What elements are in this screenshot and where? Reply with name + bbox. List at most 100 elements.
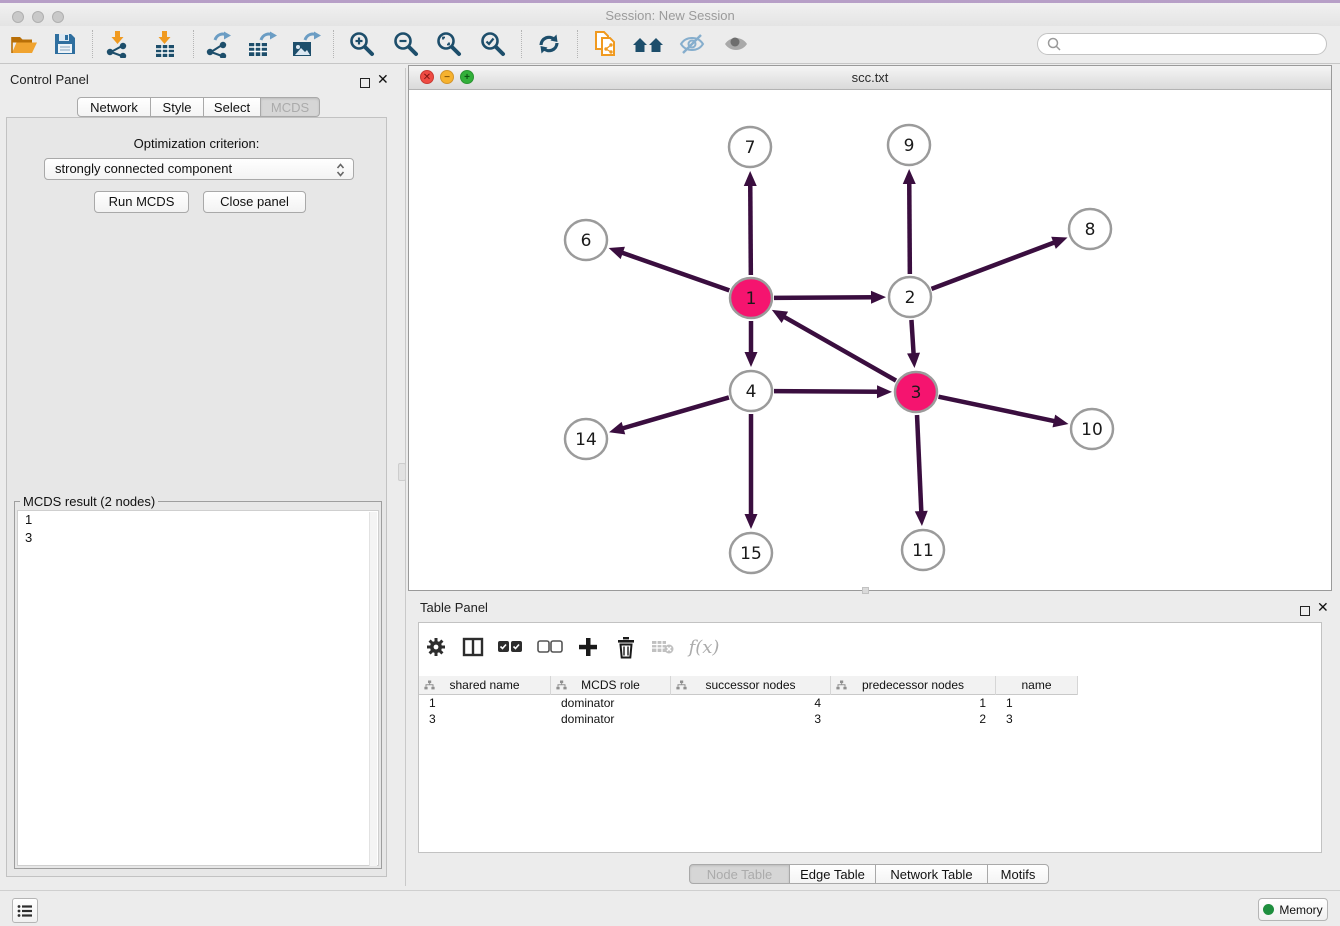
float-icon — [1300, 606, 1310, 616]
zoom-fit-button[interactable] — [431, 26, 467, 62]
add-column-button[interactable] — [575, 633, 601, 661]
float-table-panel-button[interactable] — [1300, 603, 1310, 621]
float-panel-button[interactable] — [360, 75, 370, 93]
mcds-result-title: MCDS result (2 nodes) — [20, 494, 158, 509]
cell[interactable]: 1 — [831, 695, 996, 711]
toggle-pane-button[interactable] — [461, 633, 485, 661]
tab-network-table[interactable]: Network Table — [875, 864, 988, 884]
edge-arrowhead — [907, 353, 920, 368]
zoom-out-button[interactable] — [388, 26, 424, 62]
graph-edge[interactable] — [774, 297, 875, 298]
criterion-value: strongly connected component — [55, 161, 232, 176]
graph-edge[interactable] — [932, 241, 1058, 289]
delete-table-button[interactable] — [650, 633, 676, 661]
cell[interactable]: 2 — [831, 711, 996, 727]
export-table-button[interactable] — [244, 26, 280, 62]
function-builder-button[interactable]: f(x) — [686, 633, 722, 661]
graph-edge[interactable] — [750, 182, 751, 275]
edge-arrowhead — [915, 511, 928, 526]
delete-table-icon — [651, 638, 675, 656]
cell[interactable]: dominator — [551, 711, 671, 727]
open-file-button[interactable] — [6, 26, 42, 62]
cell[interactable]: 1 — [419, 695, 551, 711]
save-session-icon — [54, 33, 76, 55]
graph-edge[interactable] — [620, 397, 729, 429]
tab-node-table[interactable]: Node Table — [689, 864, 790, 884]
zoom-in-button[interactable] — [344, 26, 380, 62]
column-header-predecessor-nodes[interactable]: predecessor nodes — [831, 676, 996, 695]
cell[interactable]: dominator — [551, 695, 671, 711]
graph-edge[interactable] — [774, 391, 881, 392]
search-input[interactable] — [1064, 36, 1326, 52]
import-network-button[interactable] — [100, 26, 136, 62]
graph-edge[interactable] — [909, 180, 910, 274]
criterion-select[interactable]: strongly connected component — [44, 158, 354, 180]
hide-selected-button[interactable] — [674, 26, 710, 62]
tab-motifs[interactable]: Motifs — [987, 864, 1049, 884]
node-label: 6 — [581, 231, 592, 251]
mcds-result-textarea[interactable]: 13 — [17, 510, 379, 866]
import-table-button[interactable] — [147, 26, 183, 62]
cell[interactable]: 3 — [671, 711, 831, 727]
deselect-all-button[interactable] — [536, 633, 564, 661]
column-header-successor-nodes[interactable]: successor nodes — [671, 676, 831, 695]
network-canvas[interactable]: 7968124314101511 — [409, 89, 1331, 590]
tab-select[interactable]: Select — [203, 97, 261, 117]
zoom-selected-button[interactable] — [475, 26, 511, 62]
main-toolbar — [0, 26, 1340, 64]
table-settings-button[interactable] — [424, 633, 448, 661]
graph-edge[interactable] — [911, 320, 913, 357]
delete-column-button[interactable] — [613, 633, 639, 661]
close-panel-button-inner[interactable]: Close panel — [203, 191, 306, 213]
toolbar-separator — [577, 30, 578, 58]
cyndex-button[interactable] — [587, 26, 623, 62]
cell[interactable]: 3 — [419, 711, 551, 727]
graph-edge[interactable] — [619, 252, 729, 291]
task-history-button[interactable] — [12, 898, 38, 923]
graph-edge[interactable] — [939, 397, 1058, 422]
graph-edge[interactable] — [781, 315, 896, 380]
tab-style[interactable]: Style — [150, 97, 204, 117]
network-view-window: ✕ − + scc.txt 7968124314101511 — [408, 65, 1332, 591]
graph-edge[interactable] — [917, 415, 921, 515]
apply-layout-button[interactable] — [531, 26, 567, 62]
node-label: 11 — [912, 541, 934, 561]
home-pair-button[interactable] — [630, 26, 666, 62]
table-panel-tabs: Node TableEdge TableNetwork TableMotifs — [689, 864, 1049, 884]
show-all-button[interactable] — [718, 26, 754, 62]
export-network-button[interactable] — [201, 26, 237, 62]
table-row[interactable]: 3dominator323 — [419, 711, 1078, 727]
panel-divider-grip[interactable] — [398, 463, 406, 481]
node-label: 2 — [905, 288, 916, 308]
memory-button[interactable]: Memory — [1258, 898, 1328, 921]
toolbar-separator — [92, 30, 93, 58]
column-header-mcds-role[interactable]: MCDS role — [551, 676, 671, 695]
node-label: 4 — [746, 382, 757, 402]
edge-arrowhead — [1051, 237, 1067, 249]
tab-mcds[interactable]: MCDS — [260, 97, 320, 117]
edge-arrowhead — [871, 291, 886, 304]
table-row[interactable]: 1dominator411 — [419, 695, 1078, 711]
network-window-titlebar[interactable]: ✕ − + scc.txt — [409, 66, 1331, 90]
cell[interactable]: 4 — [671, 695, 831, 711]
run-mcds-button[interactable]: Run MCDS — [94, 191, 189, 213]
column-header-name[interactable]: name — [996, 676, 1078, 695]
column-header-shared-name[interactable]: shared name — [419, 676, 551, 695]
tab-network[interactable]: Network — [77, 97, 151, 117]
split-pane-grip[interactable] — [862, 587, 869, 594]
search-field[interactable] — [1037, 33, 1327, 55]
close-table-panel-button[interactable]: ✕ — [1317, 601, 1329, 613]
memory-label: Memory — [1279, 903, 1322, 917]
tab-edge-table[interactable]: Edge Table — [789, 864, 876, 884]
cell[interactable]: 3 — [996, 711, 1078, 727]
export-image-icon — [291, 31, 321, 58]
control-panel-title: Control Panel — [10, 72, 89, 87]
cell[interactable]: 1 — [996, 695, 1078, 711]
export-image-button[interactable] — [288, 26, 324, 62]
save-session-button[interactable] — [47, 26, 83, 62]
node-label: 7 — [745, 138, 756, 158]
close-panel-button[interactable]: ✕ — [377, 73, 389, 85]
node-label: 1 — [746, 289, 757, 309]
result-scrollbar[interactable] — [369, 512, 377, 866]
select-all-button[interactable] — [496, 633, 524, 661]
